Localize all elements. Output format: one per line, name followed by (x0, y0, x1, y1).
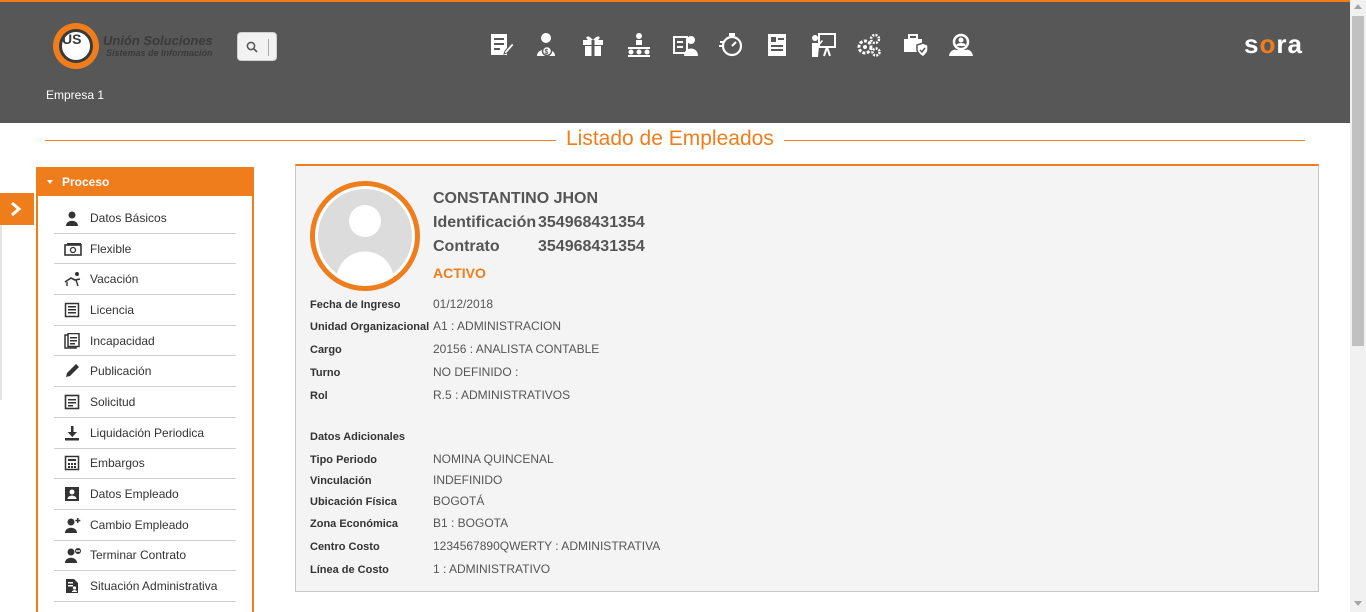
extra-field-row: Zona Económica B1 : BOGOTA (310, 516, 509, 530)
pen-icon (64, 362, 88, 380)
field-row: Turno NO DEFINIDO : (310, 365, 519, 379)
document-list-icon[interactable] (762, 30, 792, 60)
sidebar-item-licencia[interactable]: Licencia (54, 295, 236, 326)
module-nav: $ (486, 30, 976, 60)
additional-data-heading: Datos Adicionales (310, 431, 405, 443)
sidebar-item-embargos[interactable]: Embargos (54, 449, 236, 480)
beach-chair-icon (64, 270, 88, 288)
logo-emblem: US (53, 23, 99, 69)
field-row: Rol R.5 : ADMINISTRATIVOS (310, 388, 571, 402)
brand-logo: sora (1244, 29, 1303, 59)
sidebar-item-incapacidad[interactable]: Incapacidad (54, 326, 236, 357)
people-search-icon[interactable] (946, 30, 976, 60)
status-badge: ACTIVO (433, 265, 486, 281)
sidebar-item-vacacion[interactable]: Vacación (54, 264, 236, 296)
extra-field-row: Vinculación INDEFINIDO (310, 473, 503, 487)
briefcase-shield-icon[interactable] (900, 30, 930, 60)
extra-field-row: Ubicación Física BOGOTÁ (310, 494, 485, 508)
sidebar-toggle-button[interactable] (0, 193, 34, 225)
id-badge-icon (64, 485, 88, 503)
sidebar-item-flexible[interactable]: Flexible (54, 234, 236, 265)
app-header: US Unión Soluciones Sistemas de Informac… (0, 2, 1350, 123)
person-money-icon[interactable]: $ (532, 30, 562, 60)
form-icon (64, 301, 88, 319)
scroll-thumb[interactable] (1352, 16, 1364, 346)
employee-contract-row: Contrato 354968431354 (433, 238, 645, 255)
company-logo[interactable]: US Unión Soluciones Sistemas de Informac… (53, 23, 223, 69)
logo-subtitle: Sistemas de Información (106, 48, 213, 58)
sidebar-item-datos-empleado[interactable]: Datos Empleado (54, 479, 236, 510)
caret-down-icon (47, 180, 53, 184)
medical-record-icon (64, 332, 88, 350)
calculator-icon (64, 454, 88, 472)
employee-avatar (310, 181, 420, 291)
chevron-right-icon (11, 201, 22, 217)
employee-id-row: Identificación 354968431354 (433, 214, 645, 231)
sidebar-item-cambio-empleado[interactable]: Cambio Empleado (54, 510, 236, 541)
svg-text:$: $ (545, 49, 549, 56)
sidebar-menu: Datos Básicos Flexible Vacación Licencia… (38, 196, 252, 602)
edit-document-icon[interactable] (486, 30, 516, 60)
sidebar-section-header[interactable]: Proceso (38, 169, 252, 196)
field-row: Fecha de Ingreso 01/12/2018 (310, 297, 494, 311)
file-person-icon (64, 577, 88, 595)
process-sidebar: Proceso Datos Básicos Flexible Vacación … (36, 167, 254, 612)
sidebar-item-publicacion[interactable]: Publicación (54, 356, 236, 388)
gears-icon[interactable] (854, 30, 884, 60)
person-change-icon (64, 516, 88, 534)
page-scrollbar[interactable] (1350, 0, 1366, 612)
download-icon (64, 424, 88, 442)
person-icon (64, 209, 88, 227)
employee-detail-panel: CONSTANTINO JHON Identificación 354968431… (295, 164, 1319, 592)
sidebar-item-solicitud[interactable]: Solicitud (54, 387, 236, 418)
cash-icon (64, 240, 88, 258)
scroll-up-icon[interactable] (1354, 4, 1362, 9)
field-row: Cargo 20156 : ANALISTA CONTABLE (310, 342, 600, 356)
org-chart-icon[interactable] (624, 30, 654, 60)
user-silhouette-icon (336, 205, 394, 283)
scroll-down-icon[interactable] (1354, 601, 1362, 606)
search-icon (246, 41, 258, 53)
logo-mark: US (62, 31, 82, 47)
sidebar-item-situacion-administrativa[interactable]: Situación Administrativa (54, 571, 236, 602)
sidebar-item-terminar-contrato[interactable]: Terminar Contrato (54, 541, 236, 572)
person-remove-icon (64, 546, 88, 564)
extra-field-row: Línea de Costo 1 : ADMINISTRATIVO (310, 562, 551, 576)
extra-field-row: Centro Costo 1234567890QWERTY : ADMINISTR… (310, 539, 661, 553)
employee-name: CONSTANTINO JHON (433, 190, 599, 207)
sidebar-item-liquidacion-periodica[interactable]: Liquidación Periodica (54, 418, 236, 449)
logo-title: Unión Soluciones (103, 33, 213, 48)
presentation-icon[interactable] (808, 30, 838, 60)
note-icon (64, 393, 88, 411)
search-button[interactable] (237, 32, 277, 61)
stopwatch-icon[interactable] (716, 30, 746, 60)
sidebar-item-datos-basicos[interactable]: Datos Básicos (54, 203, 236, 234)
gift-icon[interactable] (578, 30, 608, 60)
company-name[interactable]: Empresa 1 (46, 88, 104, 102)
extra-field-row: Tipo Periodo NOMINA QUINCENAL (310, 452, 554, 466)
page-title-bar: Listado de Empleados (45, 127, 1305, 153)
id-card-person-icon[interactable] (670, 30, 700, 60)
field-row: Unidad Organizacional A1 : ADMINISTRACION (310, 319, 562, 333)
page-title: Listado de Empleados (556, 127, 784, 151)
